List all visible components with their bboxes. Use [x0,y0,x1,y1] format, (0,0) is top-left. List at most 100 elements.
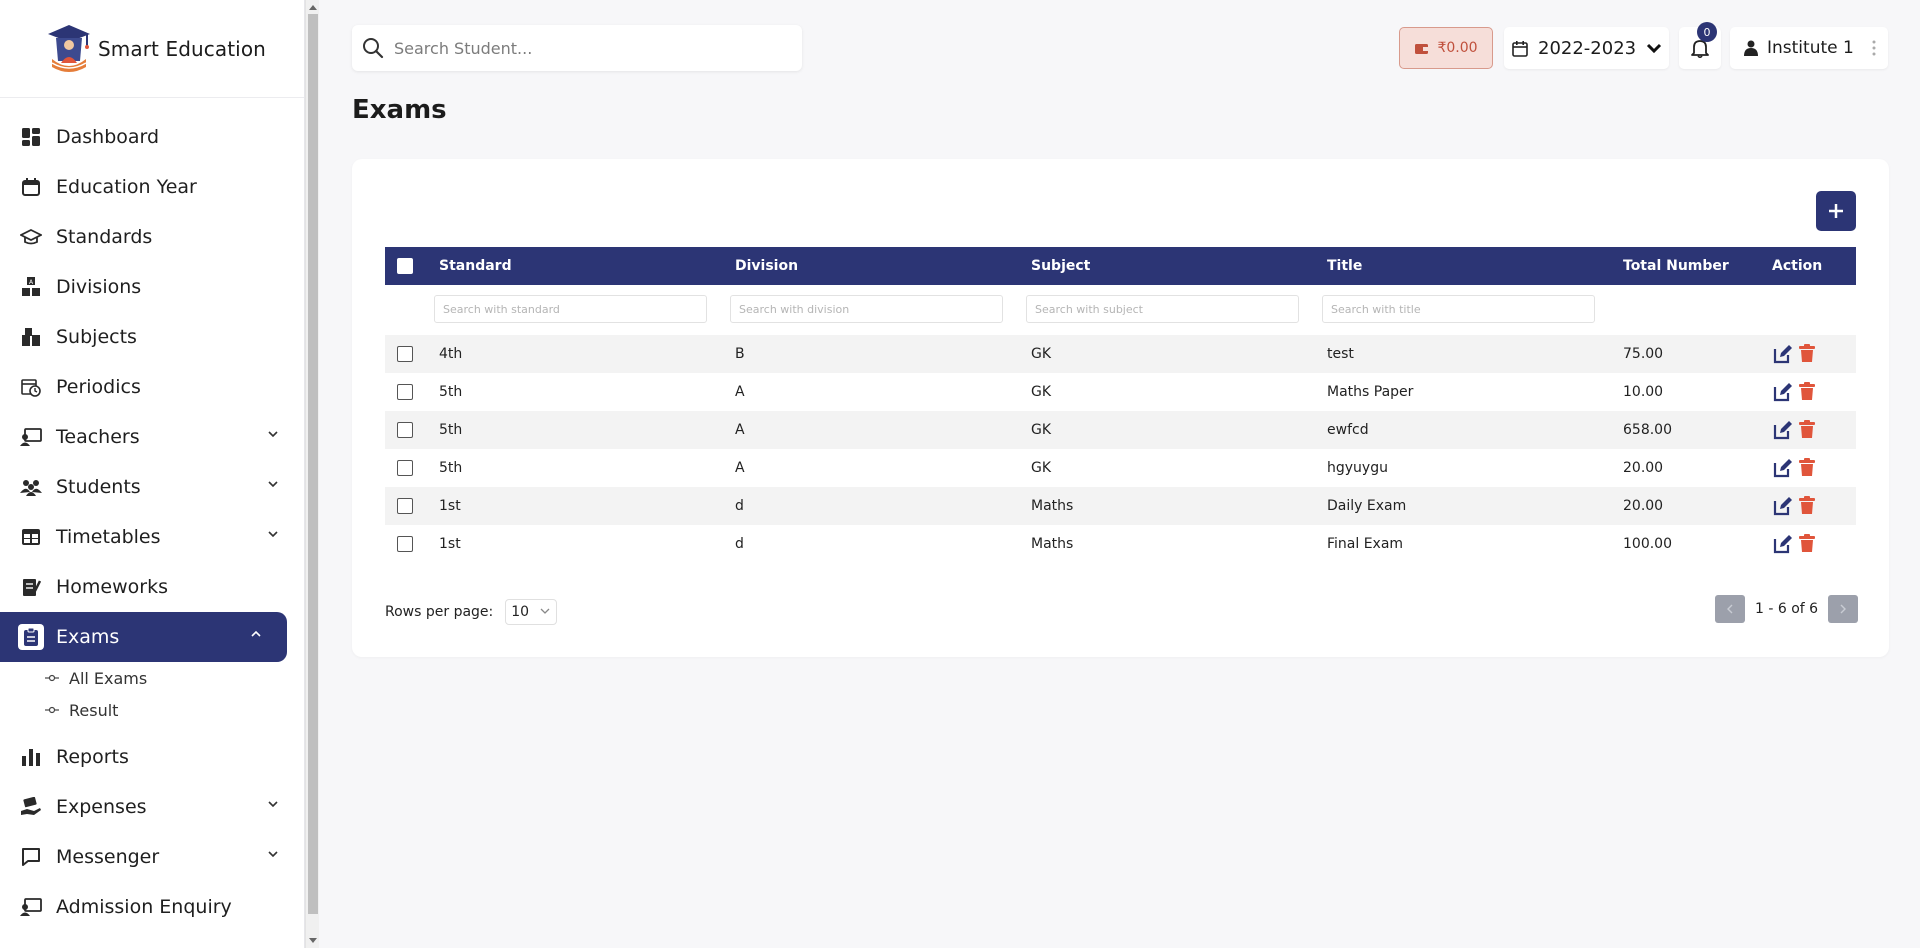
sidebar-item-label: Students [56,476,141,498]
row-checkbox[interactable] [397,346,413,362]
calendar-clock-icon [20,376,42,398]
cell-total-number: 75.00 [1623,346,1664,362]
sidebar-item-reports[interactable]: Reports [0,732,304,782]
column-header-subject[interactable]: Subject [1031,258,1090,274]
delete-icon[interactable] [1799,382,1815,404]
table-row[interactable]: 1st d Maths Daily Exam 20.00 [385,487,1856,525]
table-row[interactable]: 4th B GK test 75.00 [385,335,1856,373]
student-search[interactable] [352,25,802,71]
edit-icon[interactable] [1772,382,1792,406]
kebab-menu-icon[interactable] [1872,39,1876,57]
sidebar-subitem-all-exams[interactable]: All Exams [0,662,304,694]
column-header-standard[interactable]: Standard [439,258,512,274]
sidebar-item-messenger[interactable]: Messenger [0,832,304,882]
pagination: 1 - 6 of 6 [1715,595,1859,623]
previous-page-button[interactable] [1715,595,1745,623]
next-page-button[interactable] [1828,595,1859,623]
column-header-division[interactable]: Division [735,258,798,274]
delete-icon[interactable] [1799,420,1815,442]
rows-per-page-label: Rows per page: [385,604,494,620]
sidebar-scrollbar[interactable] [305,0,319,948]
sidebar-subitem-result[interactable]: Result [0,694,304,726]
filter-title-input[interactable] [1322,295,1595,323]
notifications-button[interactable]: 0 [1679,22,1721,69]
edit-icon[interactable] [1772,534,1792,558]
delete-icon[interactable] [1799,344,1815,366]
sidebar-item-students[interactable]: Students [0,462,304,512]
graduation-cap-icon [20,226,42,248]
cell-subject: GK [1031,346,1052,362]
sidebar-item-teachers[interactable]: Teachers [0,412,304,462]
filter-subject-input[interactable] [1026,295,1299,323]
row-checkbox[interactable] [397,422,413,438]
bar-chart-icon [20,746,42,768]
search-input[interactable] [394,38,774,58]
sidebar-item-label: Reports [56,746,129,768]
user-menu[interactable]: Institute 1 [1730,27,1888,69]
scroll-up-arrow-icon[interactable] [309,5,317,10]
sidebar-item-label: Teachers [56,426,140,448]
cell-division: A [735,384,745,400]
sidebar-nav: Dashboard Education Year Standards A Div… [0,98,304,932]
table-row[interactable]: 5th A GK Maths Paper 10.00 [385,373,1856,411]
chevron-down-icon [268,431,278,438]
wallet-balance-button[interactable]: ₹0.00 [1399,27,1493,69]
sidebar-item-homeworks[interactable]: Homeworks [0,562,304,612]
cell-title: ewfcd [1327,422,1369,438]
sidebar-item-education-year[interactable]: Education Year [0,162,304,212]
row-checkbox[interactable] [397,460,413,476]
row-checkbox[interactable] [397,536,413,552]
year-selector[interactable]: 2022-2023 [1504,27,1669,69]
hand-money-icon [20,796,42,818]
rows-per-page-select[interactable]: 10 [505,599,558,625]
sidebar-item-subjects[interactable]: Subjects [0,312,304,362]
cell-total-number: 20.00 [1623,460,1664,476]
chevron-right-icon [1840,604,1847,614]
filter-division-input[interactable] [730,295,1003,323]
sidebar-item-periodics[interactable]: Periodics [0,362,304,412]
sidebar-item-label: Subjects [56,326,137,348]
cell-title: hgyuygu [1327,460,1388,476]
notebook-icon [20,576,42,598]
dashboard-icon [20,126,42,148]
add-exam-button[interactable] [1816,191,1856,231]
row-checkbox[interactable] [397,384,413,400]
sidebar-item-timetables[interactable]: Timetables [0,512,304,562]
sidebar-item-exams[interactable]: Exams [0,612,287,662]
cell-standard: 1st [439,536,461,552]
scrollbar-thumb[interactable] [308,14,318,914]
rows-per-page: Rows per page: 10 [385,599,558,625]
delete-icon[interactable] [1799,458,1815,480]
edit-icon[interactable] [1772,496,1792,520]
row-checkbox[interactable] [397,498,413,514]
delete-icon[interactable] [1799,496,1815,518]
user-icon [1744,40,1758,56]
cell-division: B [735,346,745,362]
sidebar-item-standards[interactable]: Standards [0,212,304,262]
sidebar-item-divisions[interactable]: A Divisions [0,262,304,312]
chevron-down-icon [268,481,278,488]
delete-icon[interactable] [1799,534,1815,556]
sidebar-item-admission-enquiry[interactable]: Admission Enquiry [0,882,304,932]
edit-icon[interactable] [1772,458,1792,482]
sidebar-item-label: Timetables [56,526,161,548]
cell-total-number: 10.00 [1623,384,1664,400]
table-body: 4th B GK test 75.00 5th A GK Maths Paper 10.00 5th… [385,335,1856,563]
brand[interactable]: Smart Education [0,0,304,98]
sidebar-item-label: Messenger [56,846,160,868]
table-row[interactable]: 5th A GK hgyuygu 20.00 [385,449,1856,487]
sidebar-item-dashboard[interactable]: Dashboard [0,112,304,162]
table-row[interactable]: 1st d Maths Final Exam 100.00 [385,525,1856,563]
filter-standard-input[interactable] [434,295,707,323]
sidebar-item-expenses[interactable]: Expenses [0,782,304,832]
cell-standard: 5th [439,384,463,400]
cell-standard: 1st [439,498,461,514]
edit-icon[interactable] [1772,420,1792,444]
sidebar-subitem-label: Result [69,700,119,720]
select-all-checkbox[interactable] [397,258,413,274]
scroll-down-arrow-icon[interactable] [309,938,317,943]
table-row[interactable]: 5th A GK ewfcd 658.00 [385,411,1856,449]
column-header-total-number[interactable]: Total Number [1623,258,1729,274]
edit-icon[interactable] [1772,344,1792,368]
column-header-title[interactable]: Title [1327,258,1362,274]
